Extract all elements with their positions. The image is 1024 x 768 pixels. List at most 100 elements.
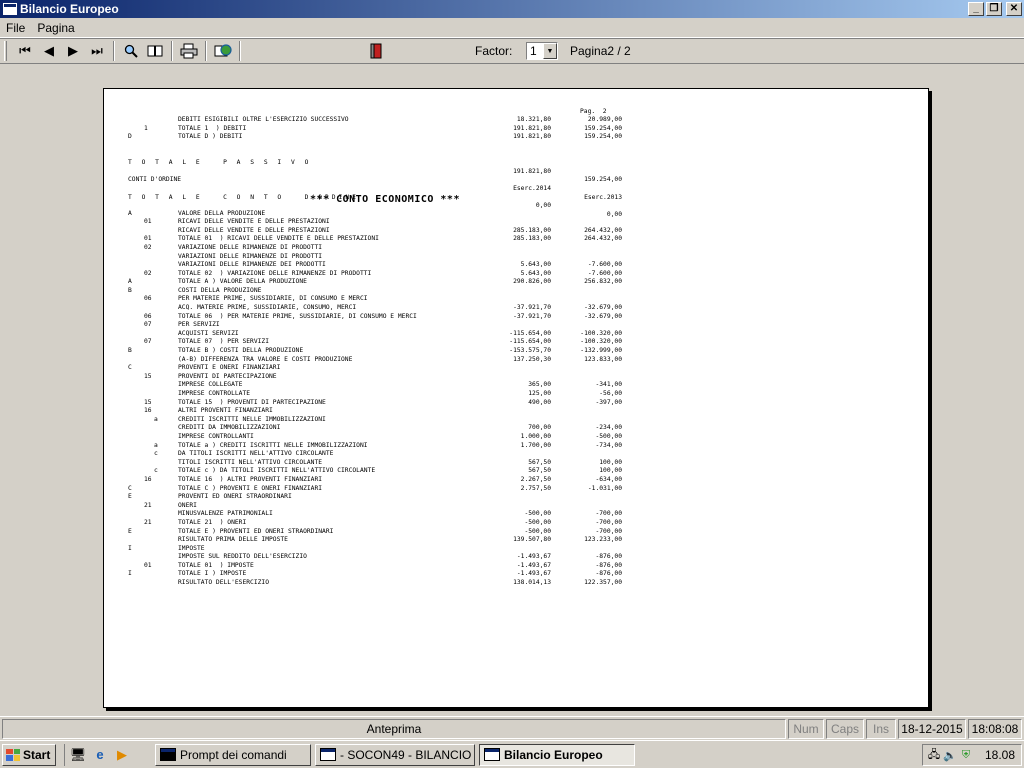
show-desktop-icon[interactable]: 🖥 bbox=[69, 746, 87, 764]
report-row: 02 VARIAZIONE DELLE RIMANENZE DI PRODOTTI bbox=[128, 244, 628, 253]
row-v1: 191.821,80 bbox=[513, 124, 551, 132]
row-c3: c bbox=[154, 467, 158, 475]
menu-bar: File Pagina bbox=[0, 18, 1024, 38]
command-prompt-icon bbox=[160, 748, 176, 761]
report-row: E TOTALE E ) PROVENTI ED ONERI STRAORDINA… bbox=[128, 528, 628, 537]
row-desc: PROVENTI E ONERI FINANZIARI bbox=[178, 364, 281, 372]
row-v2: -876,00 bbox=[595, 570, 622, 578]
report-row: I IMPOSTE bbox=[128, 545, 628, 554]
row-desc: TOTALE 07 ) PER SERVIZI bbox=[178, 338, 269, 346]
row-v1: 1.000,00 bbox=[520, 432, 551, 440]
row-v1: -500,00 bbox=[524, 527, 551, 535]
report-row: 15 TOTALE 15 ) PROVENTI DI PARTECIPAZIONE… bbox=[128, 399, 628, 408]
row-c2: 06 bbox=[144, 295, 152, 303]
row-desc: IMPRESE CONTROLLATE bbox=[178, 390, 251, 397]
last-page-button[interactable]: ⏭ bbox=[85, 40, 109, 62]
row-c2: 1 bbox=[144, 124, 148, 132]
row-v1: -115.654,00 bbox=[509, 338, 551, 346]
row-c2: 16 bbox=[144, 407, 152, 415]
report-row: A TOTALE A ) VALORE DELLA PRODUZIONE 290.8… bbox=[128, 278, 628, 287]
row-desc: TOTALE 16 ) ALTRI PROVENTI FINANZIARI bbox=[178, 475, 323, 483]
next-page-button[interactable]: ▶ bbox=[61, 40, 85, 62]
report-row: 07 TOTALE 07 ) PER SERVIZI -115.654,00 -100… bbox=[128, 338, 628, 347]
toolbar-separator bbox=[171, 41, 173, 61]
minimize-button[interactable]: _ bbox=[968, 2, 984, 16]
menu-file[interactable]: File bbox=[0, 21, 31, 35]
spacer-row bbox=[128, 176, 628, 185]
row-v2: 20.989,00 bbox=[587, 116, 622, 124]
row-v2: -876,00 bbox=[595, 553, 622, 561]
preview-workspace[interactable]: Pag. 2 DEBITI ESIGIBILI OLTRE L'ESERCIZI… bbox=[0, 64, 1024, 716]
chevron-down-icon[interactable]: ▼ bbox=[543, 43, 557, 59]
row-v1: 125,00 bbox=[528, 390, 551, 397]
row-v2: -734,00 bbox=[595, 441, 622, 449]
row-v1: 290.826,00 bbox=[513, 278, 551, 286]
report-row: MINUSVALENZE PATRIMONIALI -500,00 -700,00 bbox=[128, 510, 628, 519]
row-desc: CREDITI ISCRITTI NELLE IMMOBILIZZAZIONI bbox=[178, 415, 326, 423]
media-player-icon[interactable]: ▶ bbox=[113, 746, 131, 764]
zoom-button[interactable] bbox=[119, 40, 143, 62]
report-row: 21 TOTALE 21 ) ONERI -500,00 -700,00 bbox=[128, 519, 628, 528]
report-row: VARIAZIONI DELLE RIMANENZE DI PRODOTTI bbox=[128, 253, 628, 262]
row-v2: 100,00 bbox=[599, 458, 622, 466]
row-v2: -876,00 bbox=[595, 561, 622, 569]
network-icon[interactable]: 🖧 bbox=[927, 748, 941, 762]
print-button[interactable] bbox=[177, 40, 201, 62]
speaker-icon[interactable]: 🔈 bbox=[943, 748, 957, 762]
exit-button[interactable] bbox=[365, 40, 389, 62]
start-button[interactable]: Start bbox=[2, 743, 56, 766]
report-row: RISULTATO DELL'ESERCIZIO 138.014,13 122.35… bbox=[128, 579, 628, 588]
row-c3: a bbox=[154, 441, 158, 449]
row-desc: PROVENTI ED ONERI STRAORDINARI bbox=[178, 493, 292, 501]
row-v2: 159.254,00 bbox=[584, 124, 622, 132]
row-v1: -1.493,67 bbox=[516, 553, 551, 561]
first-page-button[interactable]: ⏮ bbox=[13, 40, 37, 62]
spacer-row bbox=[128, 159, 628, 168]
row-desc: ONERI bbox=[178, 501, 197, 509]
report-row: 02 TOTALE 02 ) VARIAZIONE DELLE RIMANENZE… bbox=[128, 270, 628, 279]
row-desc: ACQ. MATERIE PRIME, SUSSIDIARIE, CONSUMO… bbox=[178, 304, 357, 312]
title-bar: Bilancio Europeo _ ❐ ✕ bbox=[0, 0, 1024, 18]
row-v2: -397,00 bbox=[595, 398, 622, 406]
report-row: B COSTI DELLA PRODUZIONE bbox=[128, 287, 628, 296]
report-row: c DA TITOLI ISCRITTI NELL'ATTIVO CIRCOLAN… bbox=[128, 450, 628, 459]
totale-conto-ordine-row: T O T A L E C O N T O D'ORDINE 0,00 0,00 bbox=[128, 193, 622, 218]
two-pages-button[interactable] bbox=[143, 40, 167, 62]
app-window-icon[interactable] bbox=[3, 3, 17, 15]
row-desc: TOTALE 01 ) IMPOSTE bbox=[178, 561, 254, 569]
row-desc: TOTALE 06 ) PER MATERIE PRIME, SUSSIDIAR… bbox=[178, 312, 417, 320]
row-desc: TOTALE 15 ) PROVENTI DI PARTECIPAZIONE bbox=[178, 398, 326, 406]
row-v1: 18.321,80 bbox=[516, 116, 551, 124]
row-desc: PER SERVIZI bbox=[178, 321, 220, 329]
tray-clock: 18.08 bbox=[984, 748, 1015, 762]
maximize-button[interactable]: ❐ bbox=[986, 2, 1002, 16]
exit-door-icon bbox=[370, 43, 382, 59]
row-v1: 191.821,80 bbox=[513, 133, 551, 141]
row-desc: TOTALE 02 ) VARIAZIONE DELLE RIMANENZE D… bbox=[178, 269, 372, 277]
status-caps: Caps bbox=[826, 718, 864, 739]
row-desc: TOTALE E ) PROVENTI ED ONERI STRAORDINAR… bbox=[178, 527, 334, 535]
internet-explorer-icon[interactable]: e bbox=[91, 746, 109, 764]
export-button[interactable] bbox=[211, 40, 235, 62]
row-v2: 159.254,00 bbox=[584, 133, 622, 141]
close-button[interactable]: ✕ bbox=[1006, 2, 1022, 16]
shield-icon[interactable]: ⛨ bbox=[959, 748, 973, 762]
row-v2: -341,00 bbox=[595, 381, 622, 389]
row-v2: 264.432,00 bbox=[584, 235, 622, 243]
menu-pagina[interactable]: Pagina bbox=[31, 21, 80, 35]
row-desc: RISULTATO DELL'ESERCIZIO bbox=[178, 579, 269, 587]
taskbar-button-label: Bilancio Europeo bbox=[504, 747, 603, 762]
row-v2: -1.031,00 bbox=[587, 484, 622, 492]
page-header: Pag. 2 bbox=[128, 99, 628, 115]
prev-page-button[interactable]: ◀ bbox=[37, 40, 61, 62]
next-page-icon: ▶ bbox=[68, 43, 78, 58]
factor-select[interactable]: 1 ▼ bbox=[526, 42, 558, 60]
taskbar-button[interactable]: Prompt dei comandi bbox=[155, 743, 311, 766]
row-v1: 700,00 bbox=[528, 424, 551, 432]
row-v1: -500,00 bbox=[524, 510, 551, 518]
toolbar-grip[interactable] bbox=[4, 41, 7, 61]
row-v2: -7.600,00 bbox=[587, 269, 622, 277]
taskbar-button[interactable]: Bilancio Europeo bbox=[479, 743, 635, 766]
row-v2: -234,00 bbox=[595, 424, 622, 432]
taskbar-button[interactable]: - SOCON49 - BILANCIO ... bbox=[315, 743, 475, 766]
